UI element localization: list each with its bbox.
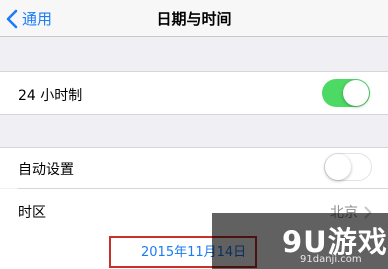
toggle-knob (325, 154, 351, 180)
auto-set-toggle[interactable] (324, 153, 372, 181)
settings-row-24-hour: 24 小时制 (0, 72, 388, 114)
watermark-url: 91danji.com (300, 254, 362, 265)
settings-row-label: 时区 (18, 205, 46, 221)
hour24-toggle[interactable] (322, 79, 370, 107)
toggle-knob (343, 80, 369, 106)
settings-row-auto-set: 自动设置 (0, 148, 388, 188)
navigation-bar: 通用 日期与时间 (0, 0, 388, 37)
settings-row-label: 24 小时制 (18, 88, 83, 104)
settings-row-label: 自动设置 (18, 162, 74, 178)
divider (0, 114, 388, 115)
page-title: 日期与时间 (156, 10, 232, 28)
